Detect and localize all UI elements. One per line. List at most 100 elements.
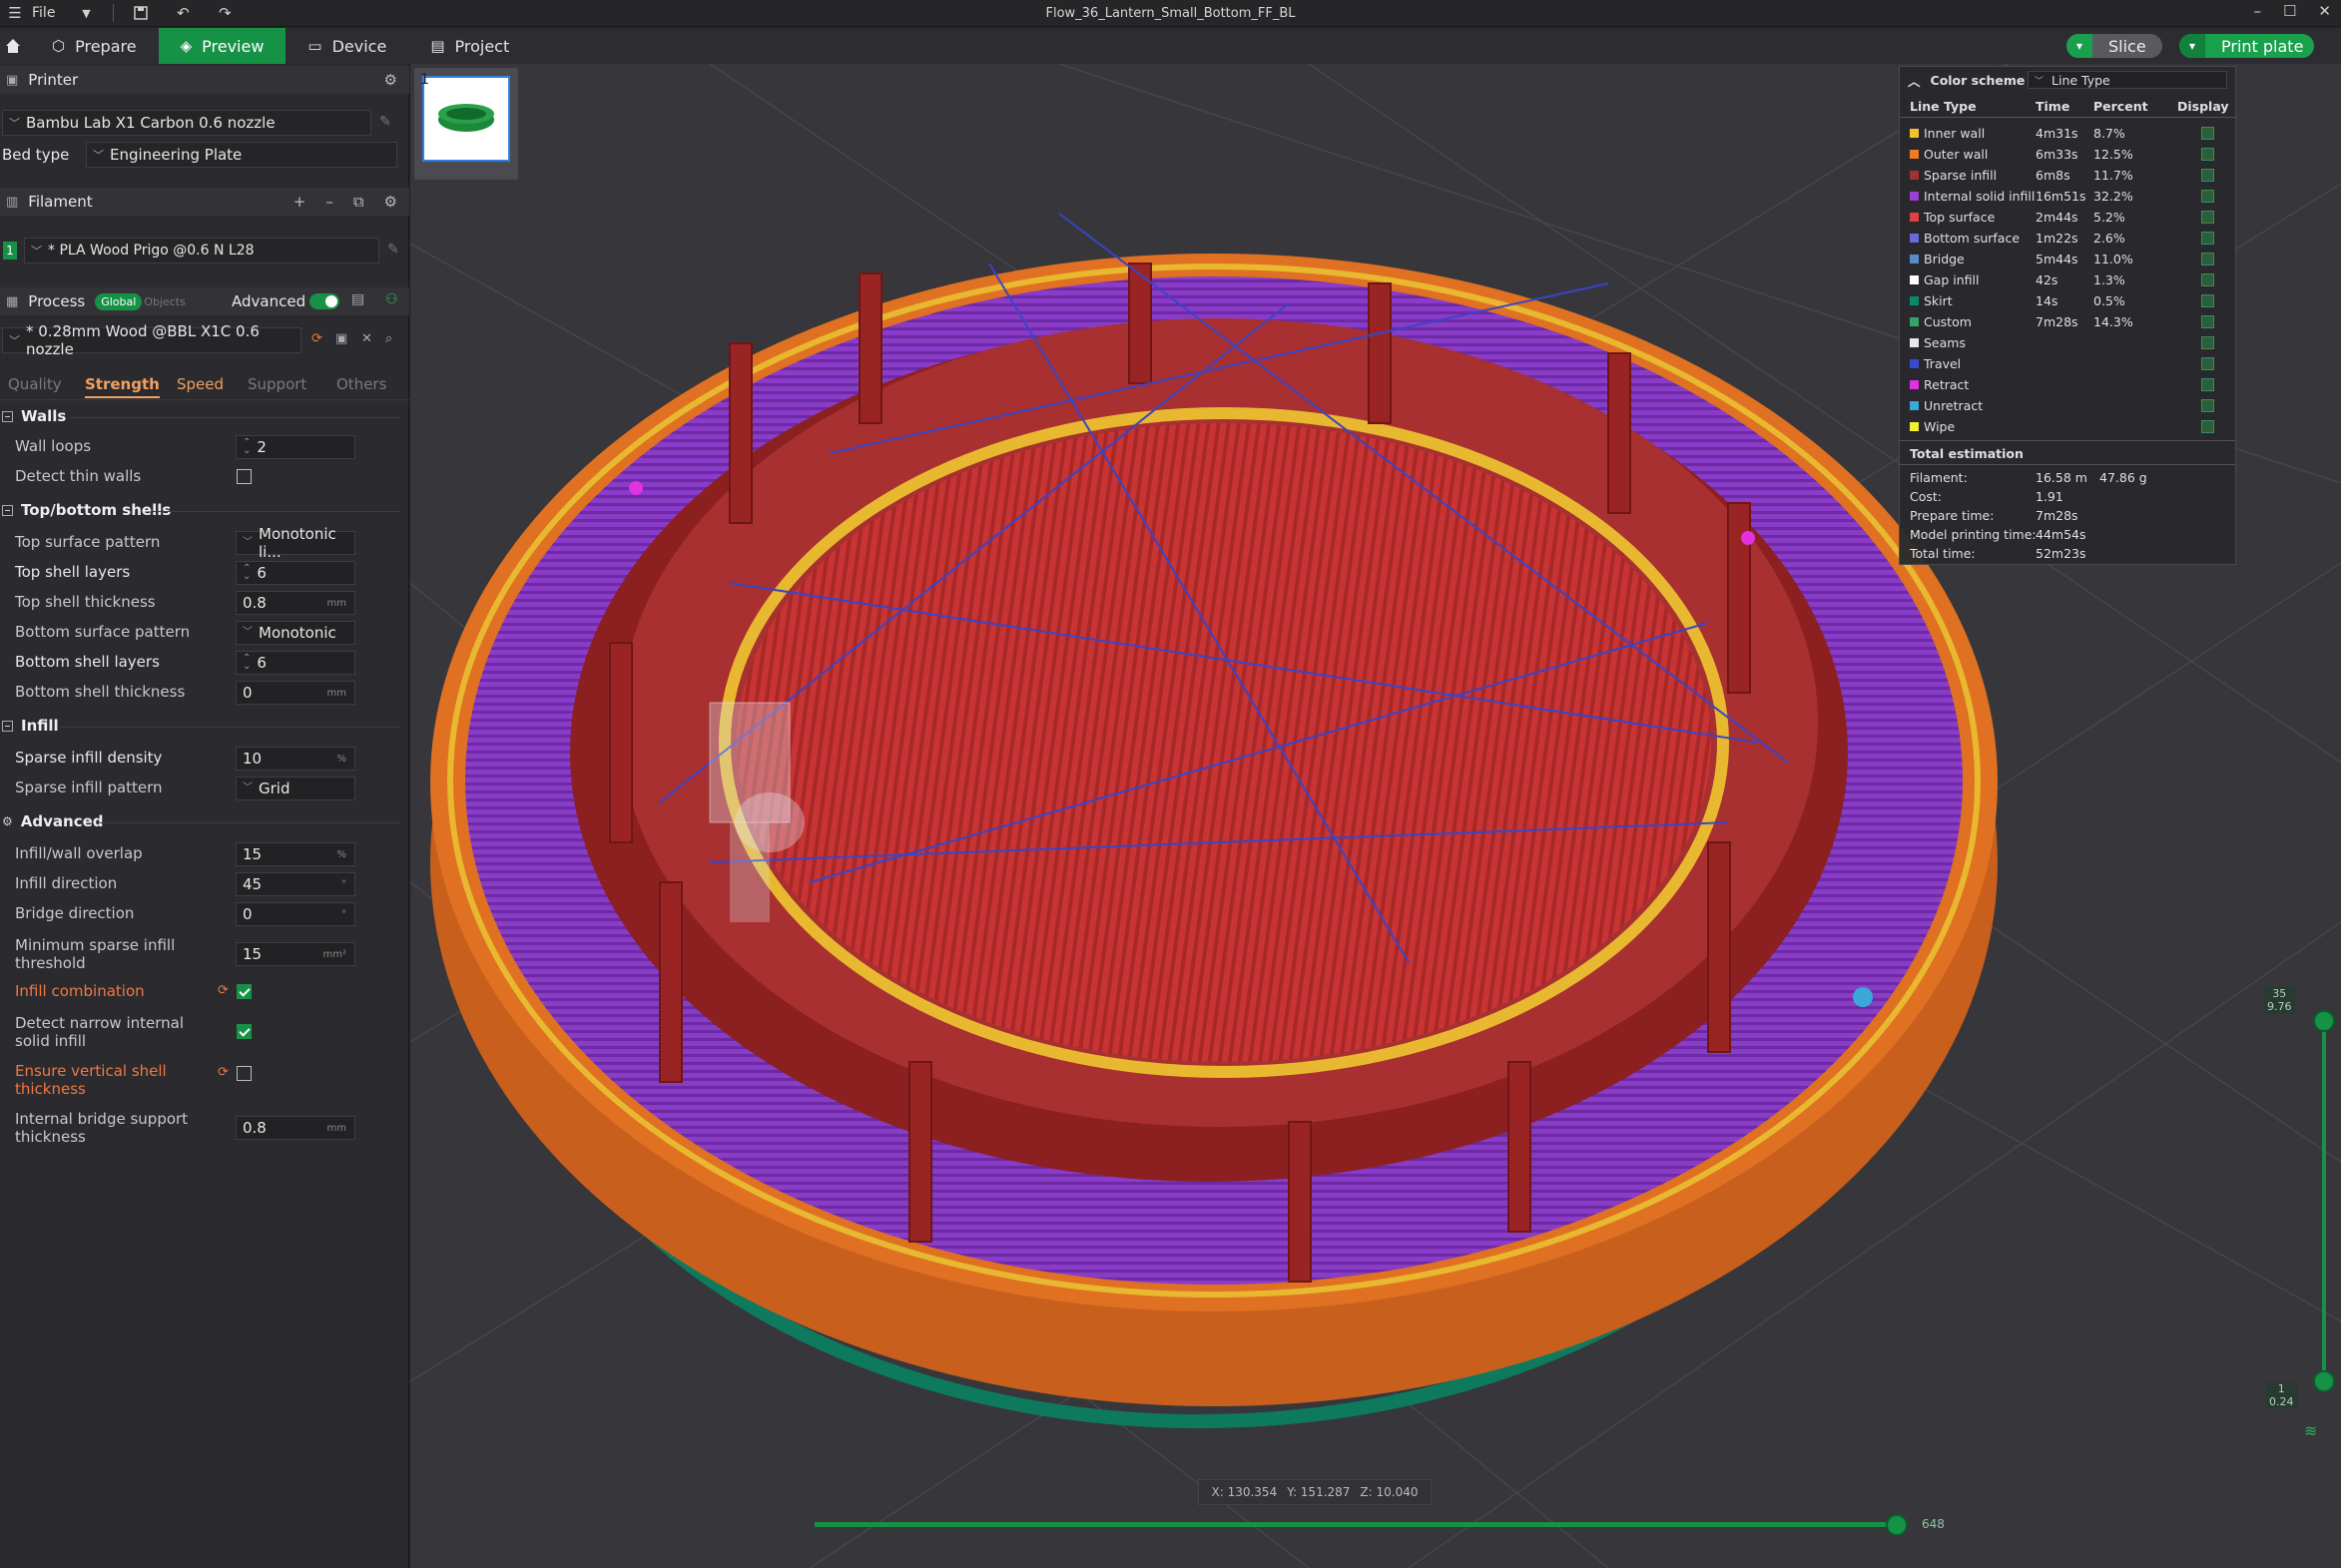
legend-display-checkbox[interactable] [2201,294,2214,307]
process-compare-icon[interactable]: ⚇ [385,291,398,307]
file-menu[interactable]: File [32,5,55,21]
close-icon[interactable]: ✕ [2318,2,2331,20]
maximize-icon[interactable]: ☐ [2283,2,2296,20]
print-dropdown-icon[interactable]: ▾ [2179,34,2205,58]
infill-combination-checkbox[interactable] [237,984,252,999]
estimation-extra: 47.86 g [2099,470,2147,485]
infill-direction-input[interactable]: 45 ° [236,872,355,896]
bottom-shell-thickness-input[interactable]: 0 mm [236,681,355,705]
tab-support[interactable]: Support [248,375,306,393]
layers-toggle-icon[interactable]: ≋ [2304,1421,2317,1440]
home-icon[interactable] [0,28,26,64]
tab-speed[interactable]: Speed [177,375,224,393]
printer-select[interactable]: ﹀ Bambu Lab X1 Carbon 0.6 nozzle [2,110,371,136]
preset-search-icon[interactable]: ⌕ [385,331,392,346]
legend-display-checkbox[interactable] [2201,315,2214,328]
filament-section-header: ▥ Filament + – ⧉ ⚙ [0,188,409,216]
undo-icon[interactable]: ↶ [172,2,194,24]
printer-edit-icon[interactable]: ✎ [379,114,391,130]
save-icon[interactable] [130,2,152,24]
layer-slider-track[interactable] [2322,1018,2326,1382]
add-filament-icon[interactable]: + [293,193,306,211]
legend-display-checkbox[interactable] [2201,190,2214,203]
legend-display-checkbox[interactable] [2201,127,2214,140]
hamburger-menu-icon[interactable]: ☰ [4,2,26,24]
preset-reset-icon[interactable]: ⟳ [311,331,322,346]
infill-wall-overlap-input[interactable]: 15% [236,842,355,866]
objects-toggle[interactable]: Objects [144,295,186,308]
legend-display-checkbox[interactable] [2201,357,2214,370]
layer-slider-bottom-handle[interactable] [2313,1370,2335,1392]
tab-quality[interactable]: Quality [8,375,62,393]
top-shell-layers-input[interactable]: ⌃ ⌄ 6 [236,561,355,585]
filament-edit-icon[interactable]: ✎ [387,242,399,258]
sparse-infill-density-input[interactable]: 10% [236,747,355,771]
tab-others[interactable]: Others [336,375,386,393]
filament-settings-gear-icon[interactable]: ⚙ [384,193,397,211]
filament-select[interactable]: ﹀ * PLA Wood Prigo @0.6 N L28 [24,238,379,263]
wall-loops-input[interactable]: ⌃ ⌄ 2 [236,435,355,459]
chevron-down-icon[interactable]: ▼ [75,2,97,24]
remove-filament-icon[interactable]: – [325,193,333,211]
legend-display-checkbox[interactable] [2201,336,2214,349]
legend-display-checkbox[interactable] [2201,399,2214,412]
narrow-solid-infill-checkbox[interactable] [237,1024,252,1039]
color-scheme-select[interactable]: ﹀ Line Type [2028,71,2227,89]
legend-display-checkbox[interactable] [2201,232,2214,245]
legend-row: Internal solid infill 16m51s 32.2% [1910,186,2229,207]
spinner-icon[interactable]: ⌃ ⌄ [243,564,251,582]
legend-display-checkbox[interactable] [2201,211,2214,224]
bottom-shell-layers-input[interactable]: ⌃ ⌄ 6 [236,651,355,675]
tab-prepare-label: Prepare [75,36,137,56]
spinner-icon[interactable]: ⌃ ⌄ [243,654,251,672]
minimize-icon[interactable]: – [2253,2,2261,20]
advanced-group-header[interactable]: ⚙ Advanced [0,812,409,830]
printer-settings-gear-icon[interactable]: ⚙ [384,71,397,89]
process-list-icon[interactable]: ▤ [351,291,364,307]
preset-save-icon[interactable]: ▣ [335,331,347,346]
legend-display-checkbox[interactable] [2201,273,2214,286]
process-preset-select[interactable]: ﹀ * 0.28mm Wood @BBL X1C 0.6 nozzle [2,322,301,358]
tab-strength[interactable]: Strength [85,375,160,398]
preset-delete-icon[interactable]: ✕ [361,331,372,346]
detect-thin-walls-checkbox[interactable] [237,469,252,484]
top-surface-pattern-select[interactable]: ﹀ Monotonic li... [236,525,355,561]
shells-group-header[interactable]: Top/bottom shells [0,501,409,519]
bridge-support-input[interactable]: 0.8 mm [236,1116,355,1140]
legend-display-checkbox[interactable] [2201,169,2214,182]
legend-display-checkbox[interactable] [2201,420,2214,433]
move-slider-handle[interactable] [1886,1514,1908,1536]
slice-button[interactable]: ▾ Slice [2066,34,2162,58]
spinner-icon[interactable]: ⌃ ⌄ [243,438,251,456]
slice-dropdown-icon[interactable]: ▾ [2066,34,2092,58]
tab-device[interactable]: ▭ Device [286,28,408,64]
print-plate-button[interactable]: ▾ Print plate [2179,34,2314,58]
min-sparse-infill-input[interactable]: 15 mm² [236,942,355,966]
group-divider [70,417,400,418]
plate-thumbnail[interactable]: 1 [414,68,518,180]
legend-display-checkbox[interactable] [2201,253,2214,265]
tab-project[interactable]: ▤ Project [408,28,531,64]
legend-divider [1900,464,2235,465]
walls-group-header[interactable]: Walls [0,407,409,425]
collapse-up-icon[interactable]: ︿ [1908,71,1921,90]
top-shell-thickness-input[interactable]: 0.8 mm [236,591,355,615]
move-slider-track[interactable] [815,1522,1897,1527]
advanced-toggle[interactable] [309,293,339,309]
reset-icon[interactable]: ⟳ [218,983,229,998]
layer-slider-top-handle[interactable] [2313,1010,2335,1032]
infill-group-header[interactable]: Infill [0,717,409,735]
global-toggle[interactable]: Global [95,292,143,310]
bottom-surface-pattern-select[interactable]: ﹀ Monotonic [236,621,355,645]
legend-display-checkbox[interactable] [2201,378,2214,391]
redo-icon[interactable]: ↷ [214,2,236,24]
vertical-shell-checkbox[interactable] [237,1066,252,1081]
filament-sync-icon[interactable]: ⧉ [353,193,364,211]
tab-prepare[interactable]: ⬡ Prepare [30,28,159,64]
tab-preview[interactable]: ◈ Preview [158,28,287,64]
sparse-infill-pattern-select[interactable]: ﹀ Grid [236,777,355,800]
reset-icon[interactable]: ⟳ [218,1065,229,1080]
bed-type-select[interactable]: ﹀ Engineering Plate [86,142,397,168]
legend-display-checkbox[interactable] [2201,148,2214,161]
bridge-direction-input[interactable]: 0 ° [236,902,355,926]
